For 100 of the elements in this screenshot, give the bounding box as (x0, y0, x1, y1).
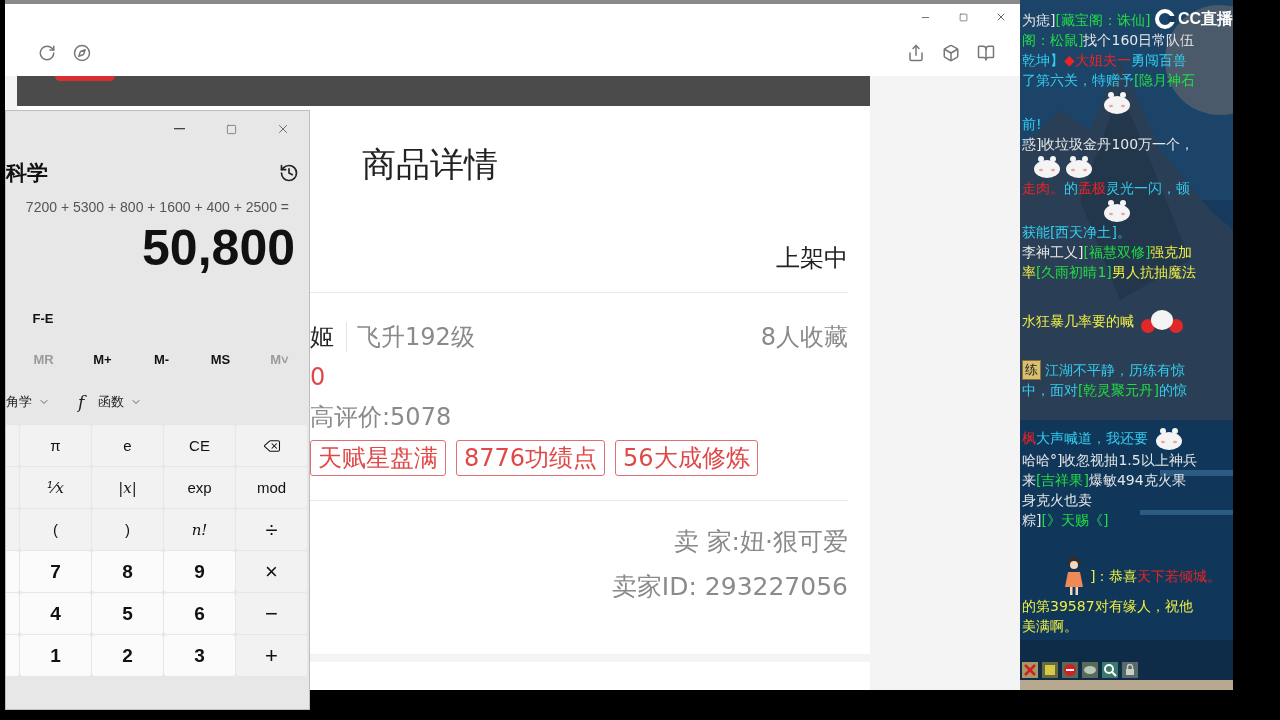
calculator-key[interactable]: 5 (92, 593, 163, 634)
favorites-count: 8人收藏 (760, 322, 848, 353)
chat-message: 了第六关，特赠予[隐月神石 (1022, 71, 1196, 90)
chat-message: 哈哈°]收忽视抽1.5以上神兵 (1022, 451, 1197, 470)
fe-button[interactable]: F-E (21, 305, 65, 331)
chat-message: 水狂暴几率要的喊 (1022, 312, 1134, 331)
refresh-icon (38, 44, 56, 62)
square-icon[interactable] (1042, 662, 1058, 678)
calculator-key[interactable] (6, 635, 19, 676)
calculator-key[interactable]: mod (236, 467, 307, 508)
calculator-key[interactable]: ¹⁄x (20, 467, 91, 508)
doll-icon (1062, 556, 1086, 596)
lock-icon[interactable] (1122, 662, 1138, 678)
item-name: 姬 (310, 322, 334, 353)
item-tag: 8776功绩点 (456, 440, 606, 476)
function-dropdown[interactable]: 角学 (6, 393, 54, 411)
chat-message: 枫大声喊道，我还要 (1022, 429, 1148, 448)
cube-icon (942, 44, 960, 62)
chat-message: 美满啊。 (1022, 617, 1078, 636)
chat-message: 阁：松鼠]找个160日常队伍 (1022, 31, 1195, 50)
memory-button[interactable]: MS (191, 345, 250, 373)
seller-name: 卖 家:妞·狠可爱 (673, 526, 848, 558)
bunny-icon (1102, 198, 1132, 222)
calculator-key[interactable] (6, 509, 19, 550)
calculator-key[interactable]: 6 (164, 593, 235, 634)
item-tag: 56大成修炼 (615, 440, 758, 476)
seller-id: 卖家ID: 293227056 (611, 571, 848, 603)
calculator-key[interactable]: e (92, 425, 163, 466)
chat-badge: 练 (1022, 360, 1041, 380)
chat-message: 率[久雨初晴1]男人抗抽魔法 (1022, 263, 1196, 282)
calculator-mode: 科学 (6, 160, 48, 187)
memory-button[interactable]: M- (132, 345, 191, 373)
calculator-key[interactable]: exp (164, 467, 235, 508)
maximize-icon (958, 12, 968, 22)
calculator-key[interactable] (6, 593, 19, 634)
book-icon (977, 44, 995, 62)
calculator-key[interactable]: ) (92, 509, 163, 550)
calculator-key[interactable]: ( (20, 509, 91, 550)
bunny-icon (1064, 154, 1094, 178)
calculator-key[interactable]: 9 (164, 551, 235, 592)
calculator-key[interactable] (6, 425, 19, 466)
share-icon (907, 44, 925, 62)
maximize-icon (225, 123, 237, 135)
bunny-icon (1102, 90, 1132, 114)
close-icon (276, 122, 290, 136)
logo-icon (1153, 8, 1176, 30)
backspace-key[interactable] (236, 425, 307, 466)
search-icon[interactable] (1102, 662, 1118, 678)
history-icon (279, 163, 299, 183)
refresh-button[interactable] (38, 44, 56, 62)
close-icon (995, 11, 1007, 23)
calculator-key[interactable]: |x| (92, 467, 163, 508)
bunny-icon (1154, 426, 1184, 450)
calculator-result: 50,800 (141, 219, 296, 278)
function-dropdown[interactable]: f 函数 (78, 392, 147, 412)
page-title: 商品详情 (362, 143, 499, 186)
chat-message: 的第39587对有缘人，祝他 (1022, 597, 1193, 616)
chat-message: 粽][》天赐《] (1022, 511, 1109, 530)
calculator-key[interactable]: CE (164, 425, 235, 466)
chat-message: 来[吉祥果]爆敏494克火果 (1022, 471, 1186, 490)
item-tag: 天赋星盘满 (310, 440, 446, 476)
item-price: 0 (310, 362, 327, 393)
stream-logo: CC直播 (1177, 8, 1233, 29)
calculator-key[interactable] (6, 551, 19, 592)
calculator-key[interactable]: − (236, 593, 307, 634)
chat-message: 中，面对[乾灵聚元丹]的惊 (1022, 381, 1187, 400)
chat-message: 江湖不平静，历练有惊 (1045, 361, 1185, 380)
no-entry-icon[interactable] (1062, 662, 1078, 678)
compass-icon (73, 44, 91, 62)
compass-button[interactable] (73, 44, 91, 62)
calculator-key[interactable]: 8 (92, 551, 163, 592)
cube-button[interactable] (942, 44, 960, 62)
chat-message: 身克火也卖 (1022, 491, 1092, 510)
calculator-expression: 7200 + 5300 + 800 + 1600 + 400 + 2500 = (24, 199, 290, 215)
share-button[interactable] (907, 44, 925, 62)
chat-message: 惑]收垃圾金丹100万一个， (1022, 135, 1195, 154)
cloud-icon[interactable] (1082, 662, 1098, 678)
chat-message: 前! (1022, 115, 1042, 134)
calculator-key[interactable]: 1 (20, 635, 91, 676)
chat-message: ]：恭喜天下若倾城。 (1090, 567, 1222, 586)
item-rating: 高评价:5078 (310, 402, 453, 433)
calculator-key[interactable]: n! (164, 509, 235, 550)
calculator-key[interactable]: 4 (20, 593, 91, 634)
close-icon[interactable] (1022, 662, 1038, 678)
calculator-key[interactable] (6, 467, 19, 508)
calculator-key[interactable]: × (236, 551, 307, 592)
calculator-key[interactable]: 2 (92, 635, 163, 676)
minimize-icon (173, 128, 185, 130)
calculator-key[interactable]: ÷ (236, 509, 307, 550)
calculator-key[interactable]: 7 (20, 551, 91, 592)
chat-message: 为痣][藏宝阁：诛仙] (1022, 11, 1151, 30)
chat-message: 李神工乂][福慧双修]强克加 (1022, 243, 1193, 262)
bunny-icon (1140, 308, 1184, 334)
calculator-key[interactable]: + (236, 635, 307, 676)
calculator-key[interactable]: π (20, 425, 91, 466)
reader-button[interactable] (977, 44, 995, 62)
memory-button[interactable]: M+ (73, 345, 132, 373)
history-button[interactable] (279, 163, 299, 183)
calculator-key[interactable]: 3 (164, 635, 235, 676)
listing-status: 上架中 (776, 243, 848, 274)
